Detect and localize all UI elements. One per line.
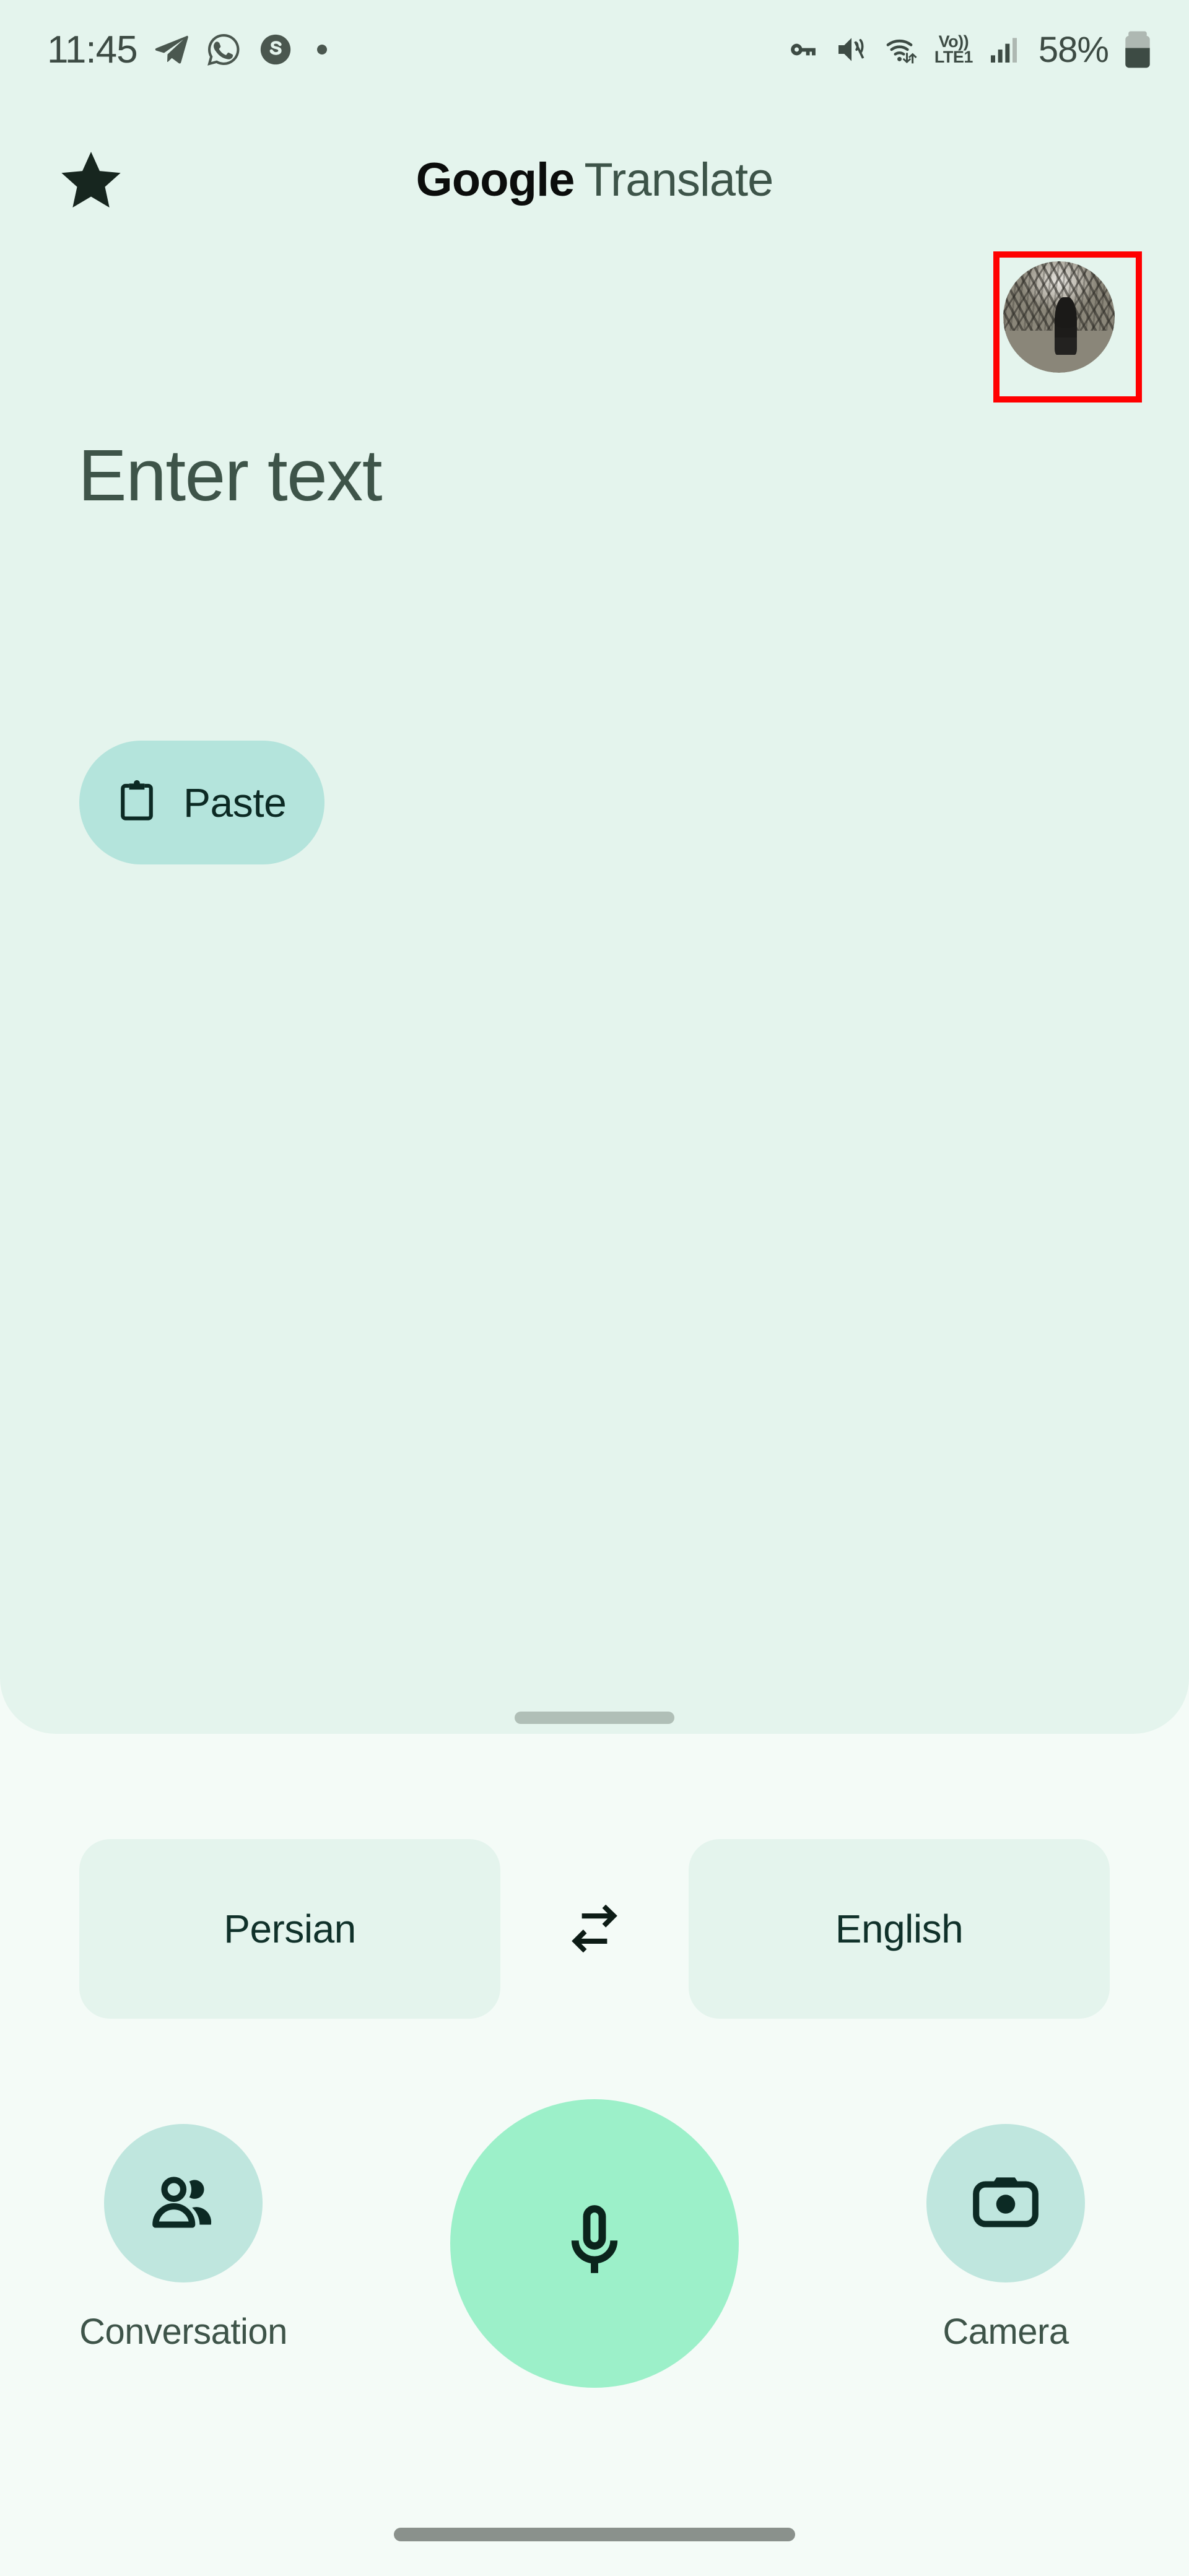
paste-button[interactable]: Paste: [79, 741, 325, 864]
battery-percent: 58%: [1038, 29, 1109, 70]
camera-button[interactable]: Camera: [882, 2124, 1130, 2352]
notification-dot-icon: [316, 45, 327, 54]
microphone-button[interactable]: [450, 2099, 739, 2388]
clipboard-icon: [113, 777, 161, 829]
gesture-navigation-bar[interactable]: [394, 2528, 795, 2541]
vpn-key-icon: [786, 32, 821, 67]
source-language-button[interactable]: Persian: [79, 1839, 500, 2019]
phone-screen: 11:45 Vo)) LTE1 58% Google Translate Ent…: [0, 0, 1189, 2576]
telegram-icon: [154, 32, 189, 67]
camera-icon: [968, 2164, 1043, 2243]
status-bar: 11:45 Vo)) LTE1 58%: [0, 0, 1189, 99]
conversation-label: Conversation: [79, 2312, 287, 2352]
volte-icon: Vo)) LTE1: [934, 32, 973, 66]
avatar-photo: [1003, 261, 1115, 373]
action-row: Conversation Camera: [0, 2099, 1189, 2471]
avatar[interactable]: [1003, 261, 1115, 373]
language-selector-row: Persian English: [0, 1839, 1189, 2019]
status-bar-left: 11:45: [47, 28, 327, 72]
app-title-google: Google: [416, 153, 575, 206]
swap-horizontal-icon: [562, 1895, 627, 1963]
text-input-placeholder[interactable]: Enter text: [78, 433, 383, 518]
battery-icon: [1123, 30, 1152, 69]
translate-input-sheet: [0, 0, 1189, 1734]
paste-button-label: Paste: [183, 780, 287, 825]
app-title-translate: Translate: [584, 153, 773, 206]
people-icon: [146, 2164, 221, 2243]
swap-languages-button[interactable]: [533, 1898, 656, 1960]
status-bar-right: Vo)) LTE1 58%: [786, 29, 1152, 71]
page-title: Google Translate: [0, 124, 1189, 235]
status-time: 11:45: [47, 28, 138, 71]
sheet-drag-handle[interactable]: [515, 1712, 674, 1724]
camera-icon-circle: [926, 2124, 1085, 2282]
target-language-button[interactable]: English: [689, 1839, 1110, 2019]
camera-label: Camera: [943, 2312, 1069, 2352]
conversation-icon-circle: [104, 2124, 263, 2282]
conversation-button[interactable]: Conversation: [59, 2124, 307, 2352]
app-header: Google Translate: [0, 124, 1189, 402]
volume-off-vibrate-icon: [834, 32, 869, 67]
microphone-icon: [548, 2196, 641, 2291]
signal-bars-icon: [986, 32, 1021, 67]
skype-icon: [258, 32, 294, 67]
whatsapp-icon: [206, 32, 242, 67]
wifi-data-icon: [882, 32, 921, 67]
